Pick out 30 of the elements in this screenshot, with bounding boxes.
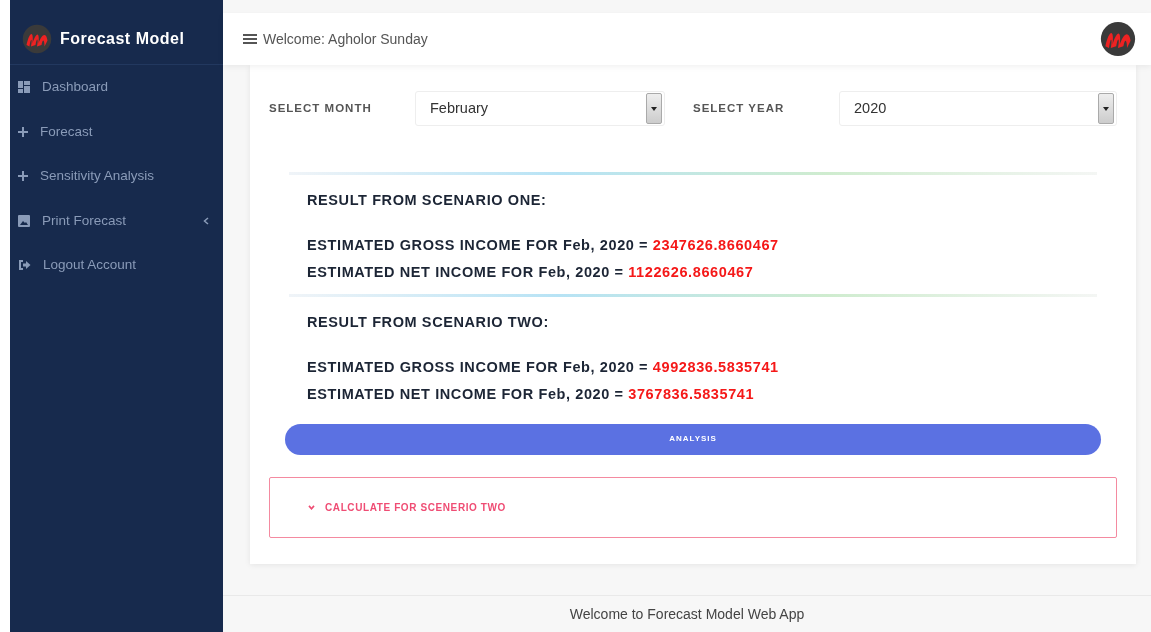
- dropdown-field[interactable]: 2020: [839, 91, 1117, 126]
- footer-text: Welcome to Forecast Model Web App: [569, 604, 805, 624]
- sidebar-item[interactable]: Logout Account: [10, 243, 223, 288]
- result-title: RESULT FROM SCENARIO TWO:: [307, 312, 550, 332]
- logo-icon: [1100, 21, 1136, 57]
- sidebar-item[interactable]: Sensitivity Analysis: [10, 154, 223, 199]
- caret-icon: [1103, 106, 1109, 111]
- image-icon: [18, 214, 30, 227]
- analysis-button[interactable]: ANALYSIS: [285, 423, 1101, 455]
- plus-icon: [18, 171, 28, 182]
- menu-icon[interactable]: [243, 33, 257, 45]
- welcome-text: Welcome: Agholor Sunday: [263, 29, 429, 49]
- caret-icon: [651, 106, 657, 111]
- app-title: Forecast Model: [60, 28, 185, 49]
- filter-label: SELECT MONTH: [269, 100, 373, 116]
- income-line: ESTIMATED GROSS INCOME FOR Feb, 2020 = 4992836.5835741: [307, 357, 780, 377]
- income-line: ESTIMATED NET INCOME FOR Feb, 2020 = 3767836.5835741: [307, 384, 756, 404]
- income-line: ESTIMATED NET INCOME FOR Feb, 2020 = 1122626.8660467: [307, 262, 755, 282]
- plus-icon: [18, 126, 28, 137]
- result-title: RESULT FROM SCENARIO ONE:: [307, 191, 548, 210]
- sidebar-item[interactable]: Forecast: [10, 109, 223, 154]
- logout-icon: [18, 259, 31, 272]
- income-line: ESTIMATED GROSS INCOME FOR Feb, 2020 = 2347626.8660467: [307, 235, 780, 255]
- sidebar-item[interactable]: Dashboard: [10, 65, 223, 110]
- sidebar-item[interactable]: Print Forecast: [10, 198, 223, 243]
- dropdown-field[interactable]: February: [415, 91, 665, 126]
- dashboard-icon: [18, 81, 30, 94]
- accordion-header[interactable]: CALCULATE FOR SCENERIO TWO: [269, 476, 1117, 538]
- filter-label: SELECT YEAR: [693, 100, 786, 116]
- logo-icon: [22, 23, 52, 54]
